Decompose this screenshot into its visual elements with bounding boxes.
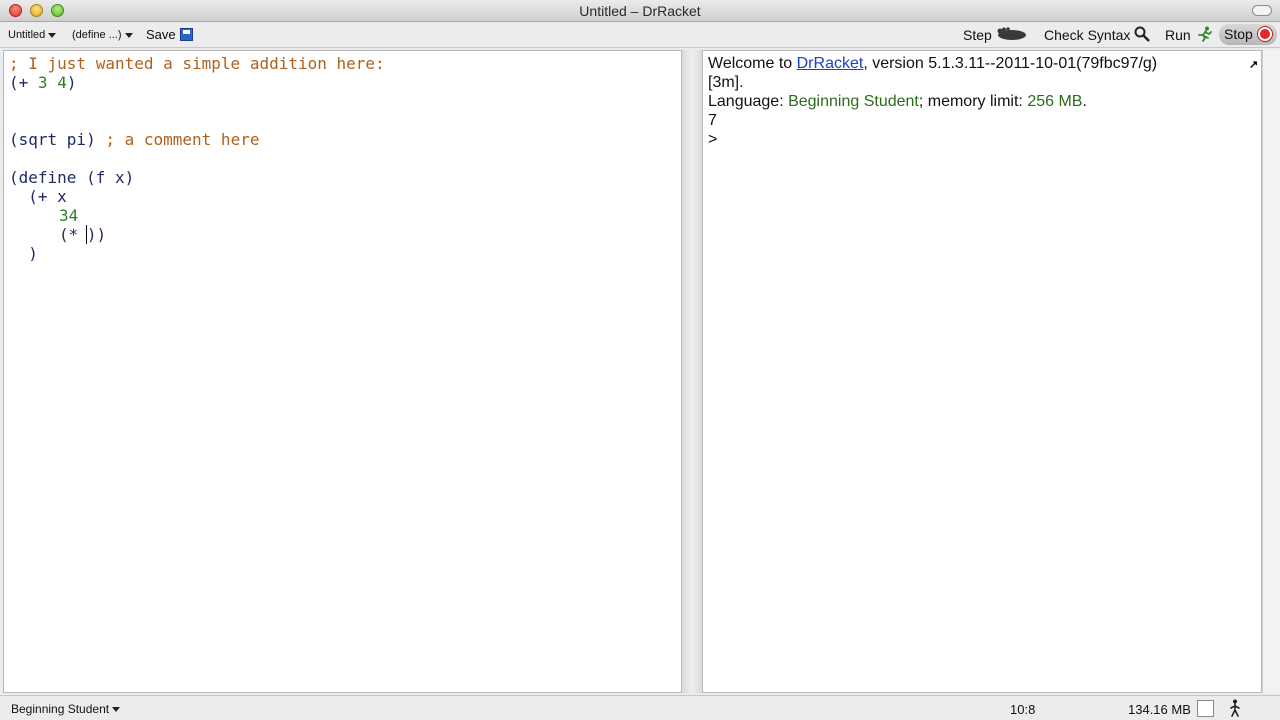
chevron-down-icon: [112, 707, 121, 713]
magnifier-icon: [1134, 26, 1151, 42]
link-marker-icon: ↗: [1249, 59, 1259, 71]
check-syntax-button[interactable]: Check Syntax: [1044, 26, 1151, 43]
language-name: Beginning Student: [788, 93, 919, 110]
pane-divider[interactable]: [682, 50, 702, 693]
code-line: (+ 3 4): [9, 73, 77, 92]
check-syntax-label: Check Syntax: [1044, 27, 1131, 43]
cursor-position: 10:8: [1010, 702, 1036, 717]
build-tag: [3m].: [708, 74, 744, 91]
welcome-prefix: Welcome to: [708, 55, 797, 72]
toolbar: Untitled (define ...) Save Step Check Sy…: [0, 22, 1280, 48]
stop-icon: [1258, 27, 1272, 41]
repl-scrollbar[interactable]: [1262, 50, 1280, 693]
code-line: (+ x: [9, 187, 67, 206]
runner-icon: [1197, 26, 1212, 42]
language-menu-label: Beginning Student: [11, 702, 110, 716]
memory-text: ; memory limit:: [918, 93, 1028, 110]
step-foot-icon: [997, 27, 1026, 40]
interactions-repl[interactable]: Welcome to DrRacket, version 5.1.3.11--2…: [702, 50, 1262, 693]
code-line: (* )): [59, 225, 106, 244]
step-label: Step: [963, 27, 992, 43]
memory-limit-value: 256 MB: [1027, 93, 1083, 110]
step-button[interactable]: Step: [963, 26, 1028, 43]
code-fragment: )): [86, 225, 107, 244]
eval-result: 7: [708, 112, 717, 129]
definitions-editor[interactable]: ; I just wanted a simple addition here: …: [3, 50, 682, 693]
tab-name-menu[interactable]: Untitled: [8, 29, 57, 41]
tab-name-label: Untitled: [8, 29, 46, 41]
run-button[interactable]: Run: [1165, 26, 1213, 43]
language-line: Language: Beginning Student; memory limi…: [708, 92, 1087, 111]
title-bar: Untitled – DrRacket: [0, 0, 1280, 22]
code-line: ; I just wanted a simple addition here:: [9, 54, 385, 73]
code-line: ): [9, 244, 38, 263]
define-menu[interactable]: (define ...): [72, 29, 133, 41]
code-fragment: (*: [59, 225, 88, 244]
code-line: (sqrt pi) ; a comment here: [9, 130, 259, 149]
language-menu[interactable]: Beginning Student: [11, 702, 121, 716]
chevron-down-icon: [124, 32, 133, 38]
define-menu-label: (define ...): [72, 29, 122, 41]
save-button[interactable]: Save: [146, 27, 193, 42]
chevron-down-icon: [48, 32, 57, 38]
code-fragment: (sqrt pi): [9, 130, 96, 149]
memory-usage: 134.16 MB: [1128, 702, 1191, 717]
stop-button[interactable]: Stop: [1219, 24, 1277, 45]
walker-icon: [1230, 699, 1240, 717]
code-comment: ; a comment here: [95, 130, 260, 149]
code-line: 34: [59, 206, 79, 225]
status-bar: Beginning Student 10:8 134.16 MB: [0, 695, 1280, 720]
window-title: Untitled – DrRacket: [579, 3, 701, 19]
welcome-suffix: , version 5.1.3.11--2011-10-01(79fbc97/g…: [863, 55, 1158, 72]
gc-indicator-box[interactable]: [1197, 700, 1214, 717]
toolbar-toggle-pill[interactable]: [1252, 5, 1272, 16]
drracket-link[interactable]: DrRacket: [797, 55, 864, 72]
run-label: Run: [1165, 27, 1191, 43]
welcome-line: Welcome to DrRacket, version 5.1.3.11--2…: [708, 54, 1157, 73]
code-line: (define (f x): [9, 168, 135, 187]
stop-label: Stop: [1224, 26, 1253, 42]
language-label: Language:: [708, 93, 789, 110]
save-icon: [179, 28, 193, 41]
save-label: Save: [146, 27, 176, 42]
repl-prompt[interactable]: >: [708, 130, 717, 149]
memory-end: .: [1082, 93, 1087, 110]
